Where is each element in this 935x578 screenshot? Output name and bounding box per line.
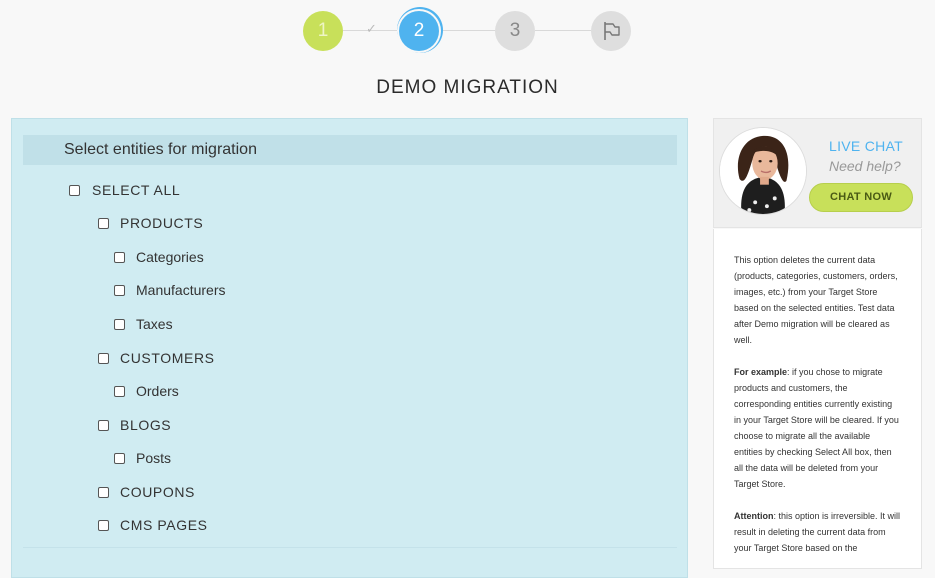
panel-header: Select entities for migration: [23, 135, 677, 165]
support-agent-avatar: [719, 127, 807, 215]
info-attention: Attention: this option is irreversible. …: [734, 508, 901, 556]
checkbox[interactable]: [69, 184, 80, 196]
info-paragraph: This option deletes the current data (pr…: [734, 255, 898, 345]
checkbox[interactable]: [98, 419, 109, 431]
checkbox[interactable]: [98, 519, 109, 531]
checkbox[interactable]: [114, 385, 125, 397]
flag-icon: [604, 22, 620, 40]
checkbox[interactable]: [98, 352, 109, 364]
entity-categories[interactable]: Categories: [114, 249, 204, 265]
step-complete-check-icon: ✓: [366, 21, 377, 36]
entity-label: COUPONS: [120, 484, 195, 500]
entity-posts[interactable]: Posts: [114, 450, 171, 466]
checkbox[interactable]: [98, 486, 109, 498]
entity-label: Taxes: [136, 316, 173, 332]
page-title: DEMO MIGRATION: [376, 77, 559, 98]
entity-label: SELECT ALL: [92, 182, 181, 198]
progress-stepper: ✓ 1 2 3: [303, 10, 631, 52]
entity-label: Orders: [136, 383, 179, 399]
chat-now-button[interactable]: CHAT NOW: [809, 183, 913, 212]
checkbox[interactable]: [98, 217, 109, 229]
entity-customers[interactable]: CUSTOMERS: [98, 350, 215, 366]
live-chat-widget: LIVE CHAT Need help? CHAT NOW: [713, 118, 922, 228]
need-help-text: Need help?: [829, 158, 901, 174]
panel-divider: [23, 547, 677, 548]
checkbox[interactable]: [114, 318, 125, 330]
entity-label: Manufacturers: [136, 282, 226, 298]
step-2[interactable]: 2: [399, 11, 439, 51]
info-example-label: For example: [734, 367, 788, 377]
entity-blogs[interactable]: BLOGS: [98, 417, 171, 433]
entity-label: Posts: [136, 450, 172, 466]
entity-coupons[interactable]: COUPONS: [98, 484, 195, 500]
support-agent-portrait-icon: [720, 128, 806, 214]
entities-panel: Select entities for migration SELECT ALL…: [11, 118, 688, 578]
entity-label: CUSTOMERS: [120, 350, 215, 366]
checkbox[interactable]: [114, 452, 125, 464]
entity-select-all[interactable]: SELECT ALL: [69, 182, 180, 198]
entity-label: PRODUCTS: [120, 215, 204, 231]
step-3[interactable]: 3: [495, 11, 535, 51]
step-1[interactable]: 1: [303, 11, 343, 51]
checkbox[interactable]: [114, 251, 125, 263]
entity-manufacturers[interactable]: Manufacturers: [114, 282, 225, 298]
entity-orders[interactable]: Orders: [114, 383, 179, 399]
entity-products[interactable]: PRODUCTS: [98, 215, 203, 231]
live-chat-title: LIVE CHAT: [829, 138, 904, 154]
entity-label: Categories: [136, 249, 204, 265]
checkbox[interactable]: [114, 284, 125, 296]
step-connector: [535, 30, 591, 31]
info-example-text: : if you chose to migrate products and c…: [734, 367, 899, 489]
entity-taxes[interactable]: Taxes: [114, 316, 173, 332]
migration-info: This option deletes the current data (pr…: [713, 229, 922, 569]
step-connector: [439, 30, 495, 31]
entity-label: BLOGS: [120, 417, 172, 433]
info-attention-label: Attention: [734, 511, 774, 521]
step-finish[interactable]: [591, 11, 631, 51]
entity-label: CMS PAGES: [120, 517, 208, 533]
info-example: For example: if you chose to migrate pro…: [734, 364, 901, 492]
entity-cms-pages[interactable]: CMS PAGES: [98, 517, 208, 533]
